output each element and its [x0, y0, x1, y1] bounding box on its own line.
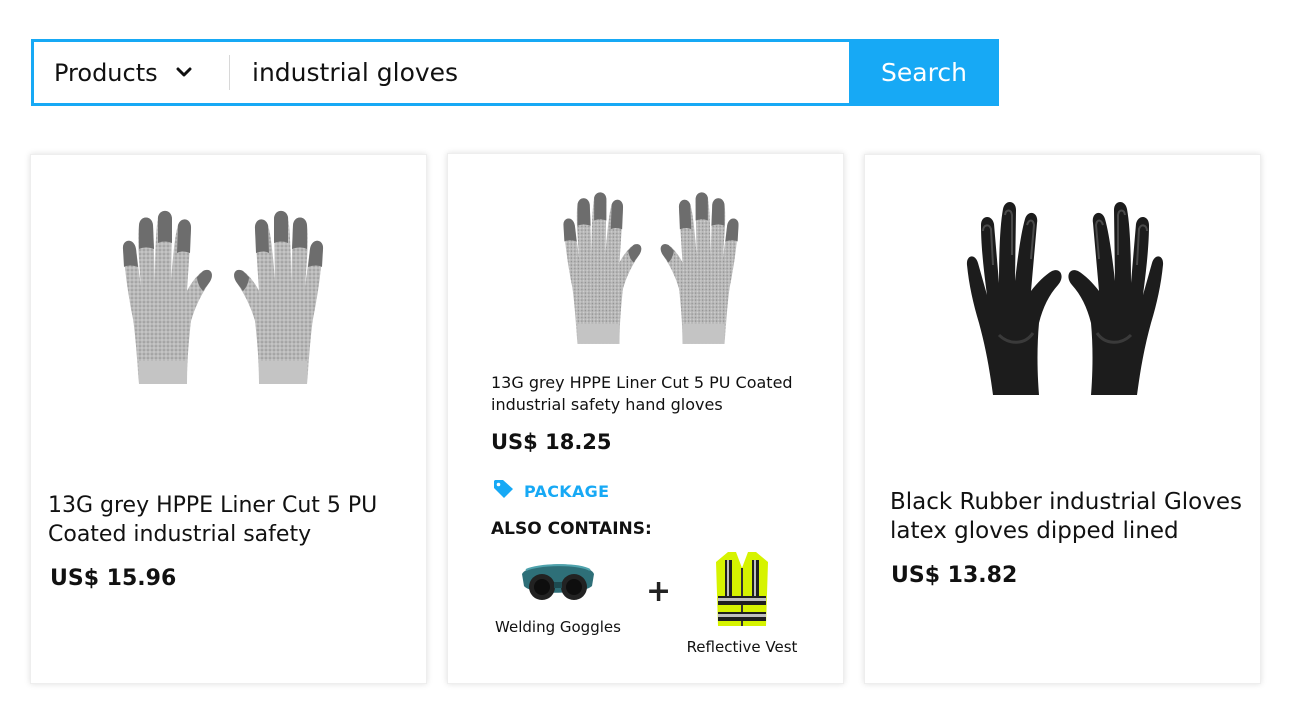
search-button[interactable]: Search	[849, 39, 999, 106]
grey-coated-gloves-image[interactable]	[546, 177, 756, 355]
welding-goggles-image	[488, 554, 628, 612]
plus-icon: +	[646, 574, 672, 609]
grey-coated-gloves-image[interactable]	[103, 195, 343, 395]
category-dropdown-label: Products	[54, 58, 158, 87]
search-input[interactable]	[230, 42, 849, 103]
product-card[interactable]: 13G grey HPPE Liner Cut 5 PU Coated indu…	[30, 154, 427, 684]
bundle-item[interactable]: Welding Goggles	[488, 554, 628, 636]
package-badge[interactable]: PACKAGE	[493, 479, 609, 503]
product-title[interactable]: 13G grey HPPE Liner Cut 5 PU Coated indu…	[491, 372, 831, 416]
reflective-vest-image	[680, 550, 804, 632]
product-price: US$ 15.96	[50, 566, 177, 591]
product-card[interactable]: 13G grey HPPE Liner Cut 5 PU Coated indu…	[447, 153, 844, 684]
chevron-down-icon	[176, 67, 192, 78]
also-contains-label: ALSO CONTAINS:	[491, 519, 652, 539]
product-title[interactable]: 13G grey HPPE Liner Cut 5 PU Coated indu…	[48, 491, 408, 549]
product-card[interactable]: Black Rubber industrial Gloves latex glo…	[864, 154, 1261, 684]
search-bar: Products Search	[31, 39, 999, 106]
product-price: US$ 18.25	[491, 430, 612, 454]
bundle-item[interactable]: Reflective Vest	[680, 550, 804, 656]
bundle-item-name: Reflective Vest	[686, 638, 798, 656]
black-rubber-gloves-image[interactable]	[953, 191, 1177, 403]
product-price: US$ 13.82	[891, 563, 1018, 588]
bundle-item-name: Welding Goggles	[495, 618, 621, 636]
category-dropdown[interactable]: Products	[34, 42, 229, 103]
product-title[interactable]: Black Rubber industrial Gloves latex glo…	[890, 488, 1255, 546]
tag-icon	[493, 479, 515, 503]
package-label: PACKAGE	[524, 481, 610, 501]
